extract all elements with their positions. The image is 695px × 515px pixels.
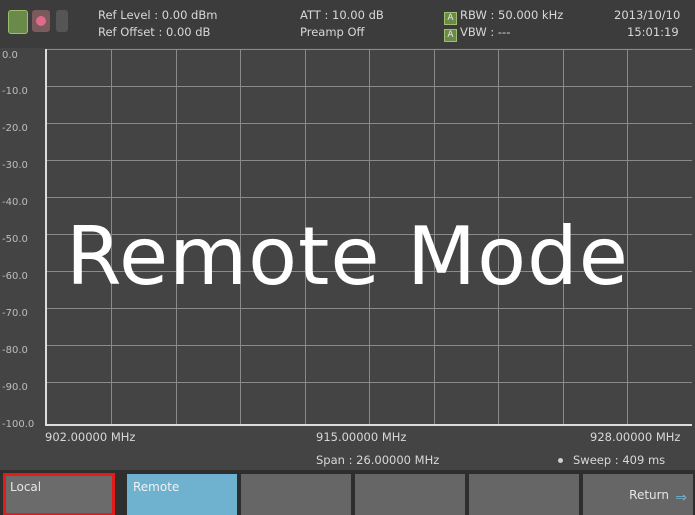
remote-connection-icon: [32, 10, 50, 32]
vbw-auto-badge: A: [444, 29, 457, 42]
center-frequency: 915.00000 MHz: [316, 430, 407, 444]
rbw-readout: A RBW : 50.000 kHz: [444, 8, 563, 25]
return-softkey-label: Return: [629, 488, 669, 502]
span-readout: Span : 26.00000 MHz: [316, 453, 440, 467]
remote-softkey[interactable]: Remote: [127, 474, 237, 515]
vbw-readout: A VBW : ---: [444, 25, 510, 42]
time: 15:01:19: [627, 25, 679, 39]
y-label: -70.0: [2, 308, 28, 319]
y-label: -40.0: [2, 197, 28, 208]
sweep-value: Sweep : 409 ms: [573, 453, 666, 467]
remote-mode-overlay: Remote Mode: [65, 210, 630, 303]
ref-level: Ref Level : 0.00 dBm: [98, 8, 218, 22]
sweep-readout: Sweep : 409 ms: [558, 453, 665, 467]
y-label: -30.0: [2, 160, 28, 171]
preamp-status: Preamp Off: [300, 25, 365, 39]
vbw-value: VBW : ---: [460, 25, 511, 39]
y-label: 0.0: [2, 50, 18, 61]
status-icons: [6, 8, 78, 36]
y-label: -90.0: [2, 382, 28, 393]
date: 2013/10/10: [614, 8, 681, 22]
y-label: -10.0: [2, 86, 28, 97]
y-label: -80.0: [2, 345, 28, 356]
local-softkey[interactable]: Local: [3, 473, 115, 515]
local-softkey-label: Local: [10, 480, 42, 494]
return-softkey[interactable]: Return ⇒: [583, 474, 693, 515]
return-arrow-icon: ⇒: [675, 490, 687, 506]
rbw-auto-badge: A: [444, 12, 457, 25]
y-label: -100.0: [2, 419, 35, 430]
attenuation: ATT : 10.00 dB: [300, 8, 384, 22]
rbw-value: RBW : 50.000 kHz: [460, 8, 564, 22]
ref-offset: Ref Offset : 0.00 dB: [98, 25, 211, 39]
softkey-3[interactable]: [241, 474, 351, 515]
softkey-4[interactable]: [355, 474, 465, 515]
y-label: -20.0: [2, 123, 28, 134]
softkey-bar: Local Remote Return ⇒: [0, 470, 695, 515]
start-frequency: 902.00000 MHz: [45, 430, 136, 444]
usb-icon: [56, 10, 68, 32]
status-header: Ref Level : 0.00 dBm Ref Offset : 0.00 d…: [0, 0, 695, 48]
remote-softkey-label: Remote: [133, 480, 180, 494]
battery-icon: [8, 10, 28, 34]
analyzer-screen: Ref Level : 0.00 dBm Ref Offset : 0.00 d…: [0, 0, 695, 515]
stop-frequency: 928.00000 MHz: [590, 430, 681, 444]
sweep-indicator-icon: [558, 458, 563, 463]
softkey-5[interactable]: [469, 474, 579, 515]
